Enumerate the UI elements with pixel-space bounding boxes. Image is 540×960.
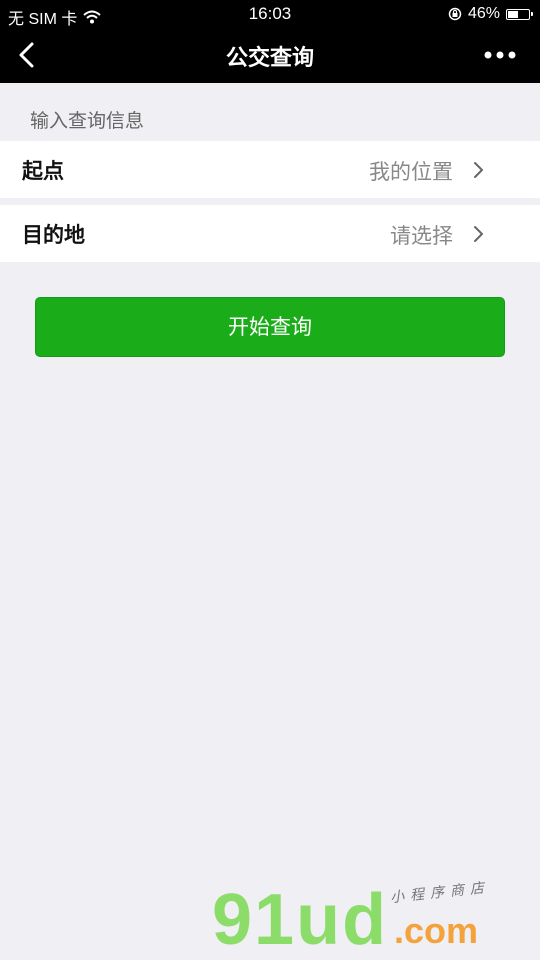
chevron-right-icon bbox=[474, 226, 483, 242]
watermark-dotcom: .com bbox=[394, 910, 479, 951]
battery-fill bbox=[508, 10, 519, 18]
back-chevron-icon bbox=[19, 42, 34, 68]
start-query-button[interactable]: 开始查询 bbox=[35, 297, 505, 357]
more-dots-icon bbox=[484, 51, 516, 59]
screen: 无 SIM 卡 16:03 46% 公交查询 输入查询信息 起点 我的位置 目的… bbox=[0, 0, 540, 960]
battery-percent: 46% bbox=[467, 5, 500, 22]
page-title: 公交查询 bbox=[225, 46, 314, 71]
watermark: 小程序商店 91ud .com bbox=[212, 880, 522, 960]
section-header: 输入查询信息 bbox=[30, 110, 145, 132]
chevron-right-icon bbox=[474, 162, 483, 178]
more-button[interactable] bbox=[482, 42, 518, 68]
destination-row[interactable]: 目的地 请选择 bbox=[0, 205, 540, 262]
status-bar: 无 SIM 卡 16:03 46% bbox=[0, 0, 540, 28]
nav-bar: 公交查询 bbox=[0, 28, 540, 83]
destination-label: 目的地 bbox=[22, 223, 85, 247]
start-point-row[interactable]: 起点 我的位置 bbox=[0, 141, 540, 198]
back-button[interactable] bbox=[14, 40, 42, 70]
start-point-value: 我的位置 bbox=[369, 160, 453, 184]
battery-icon bbox=[506, 8, 533, 20]
destination-value: 请选择 bbox=[390, 224, 453, 248]
start-point-label: 起点 bbox=[22, 159, 64, 183]
watermark-logo: 91ud bbox=[212, 880, 389, 960]
watermark-tagline: 小程序商店 bbox=[389, 879, 491, 907]
rotation-lock-icon bbox=[448, 7, 462, 21]
status-right: 46% bbox=[448, 5, 533, 23]
